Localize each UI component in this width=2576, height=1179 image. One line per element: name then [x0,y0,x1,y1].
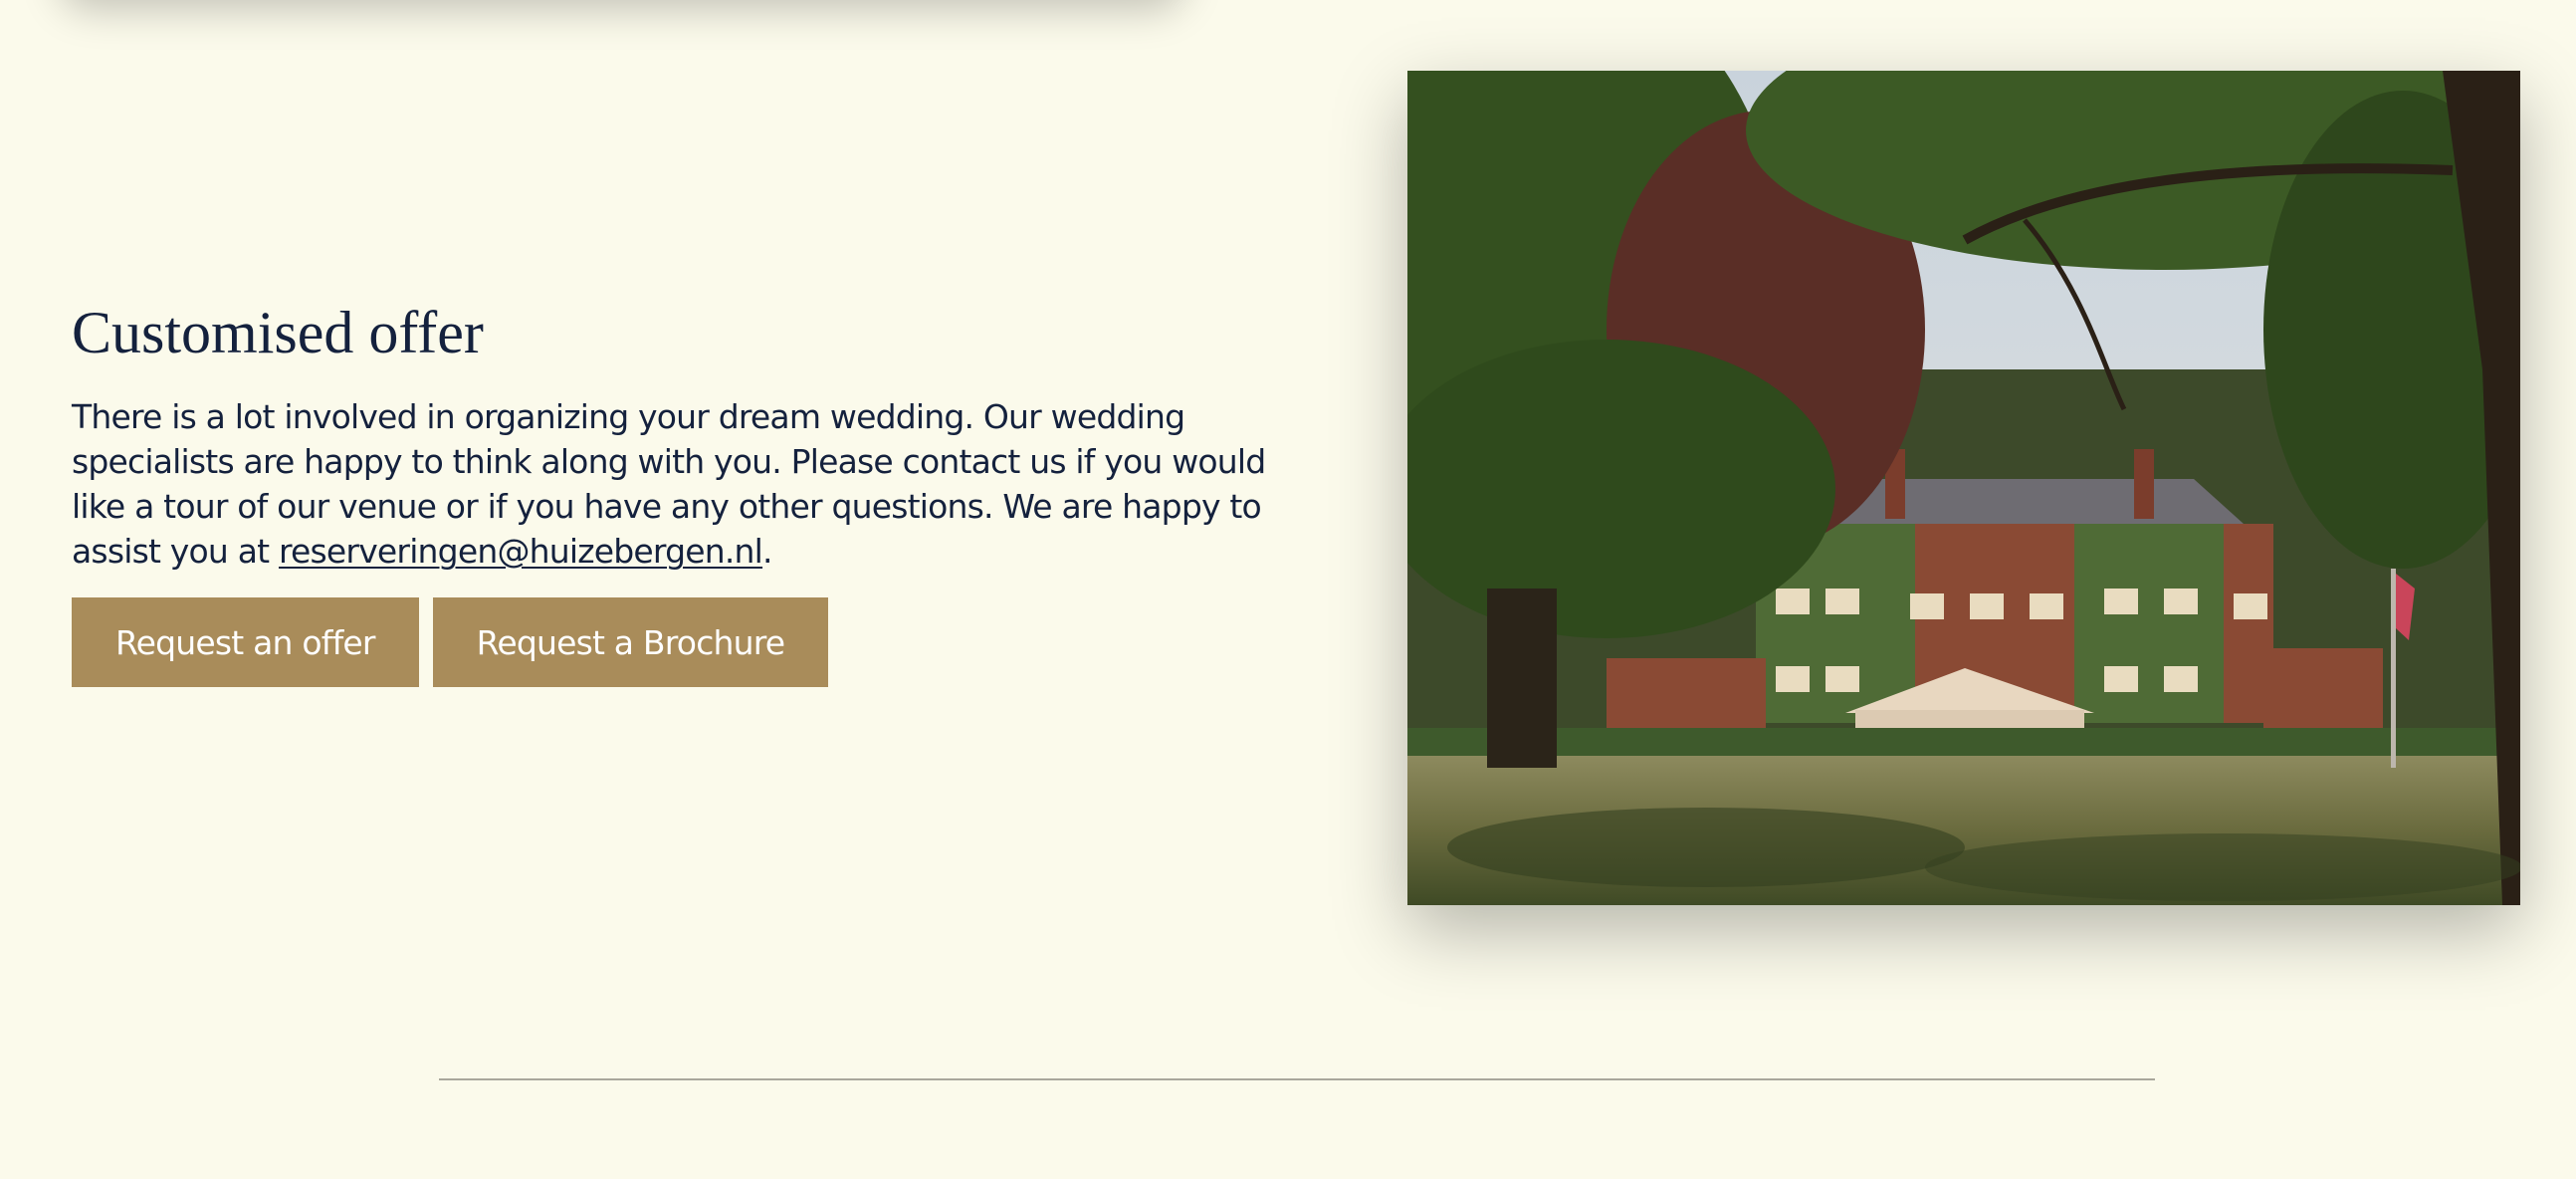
customised-offer-section: Customised offer There is a lot involved… [72,297,1296,687]
button-group: Request an offer Request a Brochure [72,597,1296,687]
email-link[interactable]: reserveringen@huizebergen.nl [279,532,763,571]
venue-illustration [1407,71,2520,905]
request-brochure-button[interactable]: Request a Brochure [432,597,829,687]
request-offer-button[interactable]: Request an offer [72,597,419,687]
section-description: There is a lot involved in organizing yo… [72,394,1296,574]
description-trailing: . [762,532,772,571]
venue-photo [1407,71,2520,905]
section-divider [439,1078,2155,1080]
section-heading: Customised offer [72,300,484,365]
